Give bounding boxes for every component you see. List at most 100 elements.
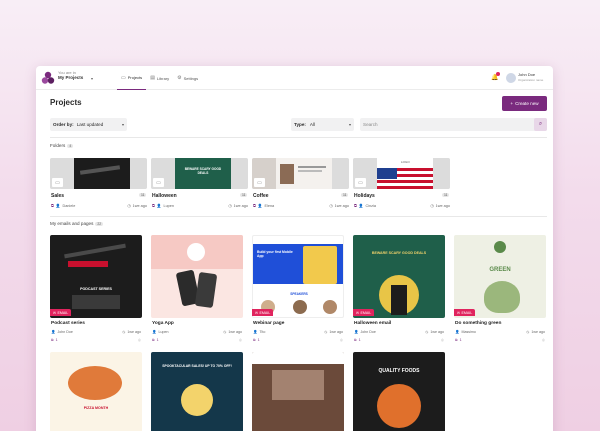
order-by-label: Order by: <box>53 122 74 127</box>
folder-meta: ⧉ 👤 Cinzia ◷ 1we ago <box>354 203 450 209</box>
folder-card-sales[interactable]: ▭ Sales 11 ⧉ 👤 Daniele ◷ 1we ago <box>50 158 147 213</box>
share-icon: ⧉ <box>51 203 54 208</box>
nav-settings-label: Settings <box>183 75 199 81</box>
card-shares: 1 <box>156 338 159 342</box>
card-thumbnail <box>252 352 344 431</box>
nav-projects-label: Projects <box>127 75 143 80</box>
folder-card-coffee[interactable]: ▭ Coffee 11 ⧉ 👤 Elena ◷ 1we ago <box>252 158 349 213</box>
nav-library[interactable]: ▤ Library <box>146 66 173 90</box>
chevron-down-icon: ▾ <box>348 122 351 127</box>
folders-label: Folders <box>50 143 66 148</box>
main-nav: ▭ Projects ▤ Library ⚙ Settings <box>117 66 202 90</box>
clock-icon: ◷ <box>425 330 429 334</box>
email-badge: ✉ EMAIL <box>353 309 375 316</box>
card-thumbnail: PODCAST SERIES <box>50 235 142 318</box>
thumb-podcast-text: PODCAST SERIES <box>80 287 112 291</box>
nav-library-label: Library <box>156 75 170 81</box>
chevron-down-icon: ▾ <box>121 122 124 127</box>
card-shares: 1 <box>55 338 58 342</box>
card-thumbnail: QUALITY FOODS <box>353 352 445 431</box>
card-time: 1we ago <box>430 330 444 334</box>
folder-time: 1we ago <box>233 203 248 208</box>
card-name: Do something green <box>455 321 502 326</box>
folder-time: 1we ago <box>132 203 147 208</box>
card-thumbnail: GREEN <box>454 235 546 318</box>
folder-meta: ⧉ 👤 Lupen ◷ 1we ago <box>152 203 248 209</box>
card-name: Yoga App <box>152 321 174 326</box>
folder-count: 11 <box>240 193 247 197</box>
folder-card-holidays[interactable]: LOGO ▭ Holidays 11 ⧉ 👤 Cinzia ◷ 1we ago <box>353 158 450 213</box>
email-badge: ✉ EMAIL <box>454 309 476 316</box>
badge-label: EMAIL <box>259 310 271 315</box>
card-time: 1we ago <box>127 330 141 334</box>
clock-icon: ◷ <box>526 330 530 334</box>
brand-logo-icon[interactable] <box>41 71 55 85</box>
type-select[interactable]: Type: All ▾ <box>291 118 354 131</box>
clock-icon: ◷ <box>122 330 126 334</box>
folder-card-halloween[interactable]: BEWARE SCARY GOOD DEALS ▭ Halloween 11 ⧉… <box>151 158 248 213</box>
folder-icon: ▭ <box>121 74 126 81</box>
folder-owner: Cinzia <box>365 203 377 208</box>
order-by-value: Last updated <box>76 122 104 127</box>
notification-dot <box>496 72 500 76</box>
folder-icon: ▭ <box>52 178 63 187</box>
card-meta: 👤 Massimo ◷ 1we ago <box>455 330 545 334</box>
clock-icon: ◷ <box>430 204 434 208</box>
badge-label: EMAIL <box>57 310 69 315</box>
check-icon: ◎ <box>541 338 545 342</box>
folder-icon: ▭ <box>355 178 366 187</box>
card-name: Podcast series <box>51 321 85 326</box>
email-badge: ✉ EMAIL <box>50 309 72 316</box>
card-footer: ⧉ 1 ◎ <box>455 338 545 342</box>
thumb-green-text: GREEN <box>489 267 511 273</box>
folder-time: 1we ago <box>334 203 349 208</box>
folder-icon: ▭ <box>254 178 265 187</box>
badge-label: EMAIL <box>461 310 473 315</box>
clock-icon: ◷ <box>324 330 328 334</box>
create-new-button[interactable]: + Create new <box>502 96 547 111</box>
nav-projects[interactable]: ▭ Projects <box>117 66 147 90</box>
search-input[interactable]: Search <box>363 122 378 127</box>
chevron-down-icon[interactable]: ▾ <box>91 76 93 81</box>
order-by-select[interactable]: Order by: Last updated ▾ <box>50 118 127 131</box>
folder-meta: ⧉ 👤 Daniele ◷ 1we ago <box>51 203 147 209</box>
user-icon: 👤 <box>455 330 460 334</box>
card-name: Halloween email <box>354 321 392 326</box>
folder-name: Halloween <box>152 193 177 199</box>
plus-icon: + <box>510 101 514 106</box>
user-icon: 👤 <box>51 330 56 334</box>
folder-owner: Lupen <box>163 203 175 208</box>
folders-section-label: Folders 4 <box>50 143 74 148</box>
folder-thumbnails: BEWARE SCARY GOOD DEALS ▭ <box>151 158 248 189</box>
check-icon: ◎ <box>238 338 242 342</box>
search-icon[interactable]: ⌕ <box>534 118 547 131</box>
card-name: Webinar page <box>253 321 285 326</box>
nav-settings[interactable]: ⚙ Settings <box>173 66 202 90</box>
thumb-logo-text: LOGO <box>401 160 410 164</box>
user-icon: 👤 <box>55 204 61 208</box>
type-value: All <box>309 122 316 127</box>
avatar[interactable] <box>506 73 516 83</box>
card-shares: 1 <box>459 338 462 342</box>
user-icon: 👤 <box>257 204 263 208</box>
folders-count: 4 <box>67 143 74 148</box>
card-thumbnail: SPOOKTACULAR SALES! UP TO 70% OFF! <box>151 352 243 431</box>
thumb-speakers-text: SPEAKERS <box>290 292 308 296</box>
search-field[interactable]: Search ⌕ <box>360 118 547 131</box>
share-icon: ⧉ <box>152 203 155 208</box>
thumb-spooktacular-text: SPOOKTACULAR SALES! UP TO 70% OFF! <box>162 364 232 368</box>
user-icon: 👤 <box>156 204 162 208</box>
card-meta: 👤 Tito ◷ 1we ago <box>253 330 343 334</box>
folder-owner: Elena <box>264 203 275 208</box>
folder-time: 1we ago <box>435 203 450 208</box>
card-time: 1we ago <box>531 330 545 334</box>
card-thumbnail: Build your first Mobile App SPEAKERS <box>252 235 344 318</box>
library-icon: ▤ <box>150 75 155 81</box>
share-icon: ⧉ <box>51 338 54 342</box>
workspace-switcher[interactable]: You are in My Projects <box>58 70 83 80</box>
share-icon: ⧉ <box>354 338 357 342</box>
user-menu[interactable]: John Doe Organization name <box>518 72 543 82</box>
folder-thumbnails: ▭ <box>50 158 147 189</box>
card-thumbnail <box>151 235 243 318</box>
card-owner: Massimo <box>461 330 476 334</box>
